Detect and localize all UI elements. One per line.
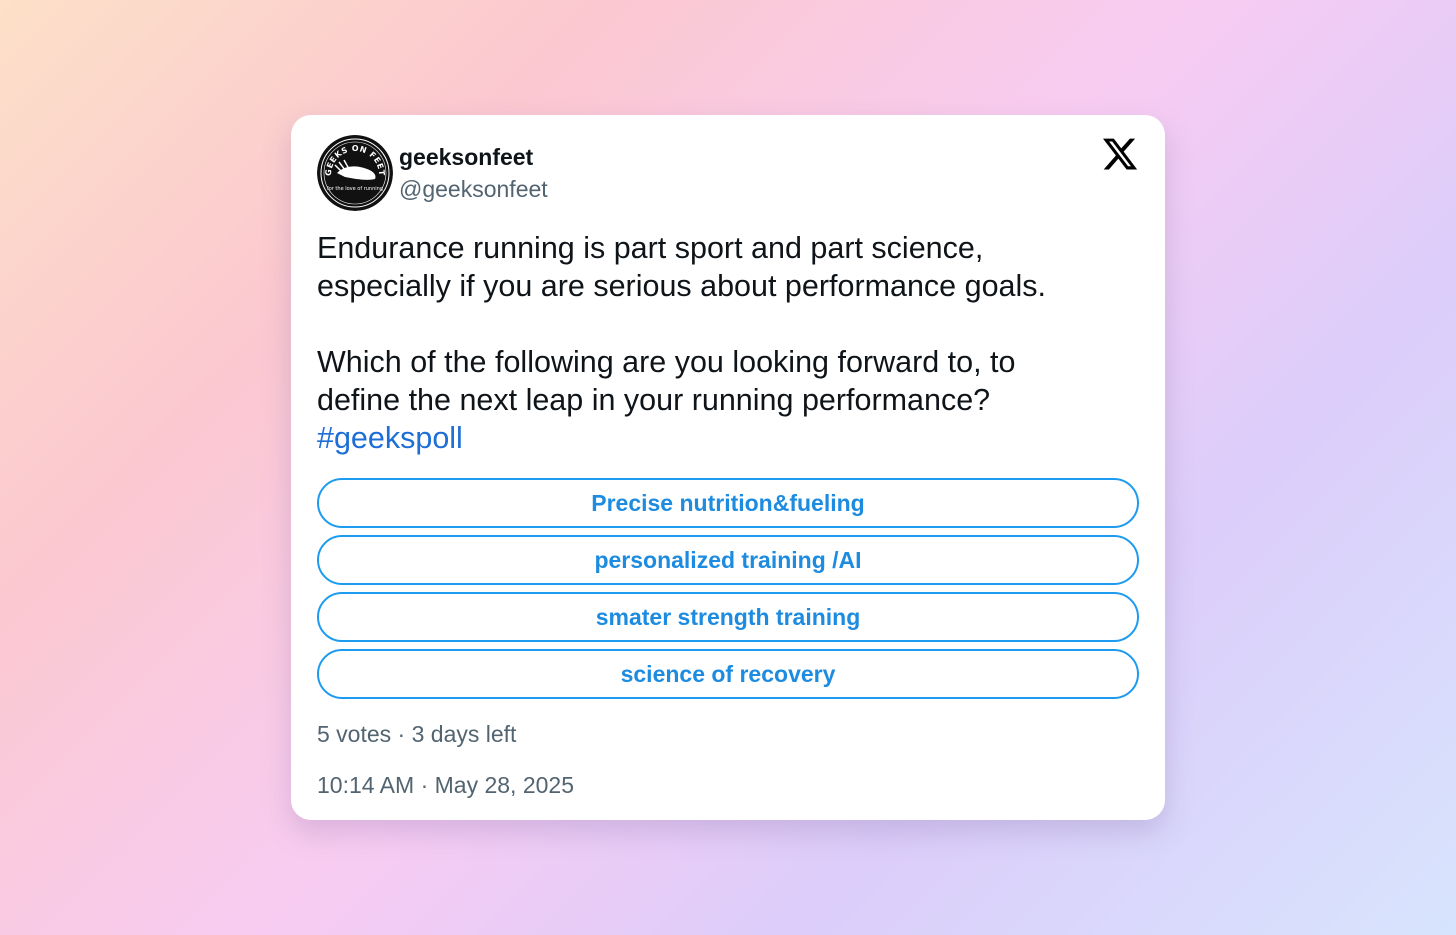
avatar[interactable]: GEEKS ON FEET for the love of running — [317, 135, 393, 211]
tweet-text-line: Endurance running is part sport and part… — [317, 231, 984, 265]
poll-option[interactable]: Precise nutrition&fueling — [317, 478, 1139, 528]
poll-option[interactable]: personalized training /AI — [317, 535, 1139, 585]
tweet-body: Endurance running is part sport and part… — [317, 229, 1137, 457]
tweet-header: GEEKS ON FEET for the love of running ge… — [317, 135, 548, 211]
tweet-card: GEEKS ON FEET for the love of running ge… — [291, 115, 1165, 820]
tweet-text-line: define the next leap in your running per… — [317, 383, 991, 417]
poll-option[interactable]: science of recovery — [317, 649, 1139, 699]
hashtag-link[interactable]: #geekspoll — [317, 421, 463, 455]
poll-meta: 5 votes · 3 days left — [317, 721, 517, 747]
display-name[interactable]: geeksonfeet — [399, 141, 548, 173]
tweet-text-line: Which of the following are you looking f… — [317, 345, 1016, 379]
geeks-on-feet-logo-icon: GEEKS ON FEET for the love of running — [317, 135, 393, 211]
logo-text-bottom: for the love of running — [327, 186, 383, 192]
tweet-timestamp[interactable]: 10:14 AM · May 28, 2025 — [317, 770, 574, 800]
poll-option[interactable]: smater strength training — [317, 592, 1139, 642]
x-logo-icon[interactable] — [1101, 135, 1139, 173]
user-handle[interactable]: @geeksonfeet — [399, 173, 548, 205]
poll: Precise nutrition&fueling personalized t… — [317, 478, 1139, 706]
author-names: geeksonfeet @geeksonfeet — [399, 141, 548, 205]
tweet-text-line: especially if you are serious about perf… — [317, 269, 1047, 303]
